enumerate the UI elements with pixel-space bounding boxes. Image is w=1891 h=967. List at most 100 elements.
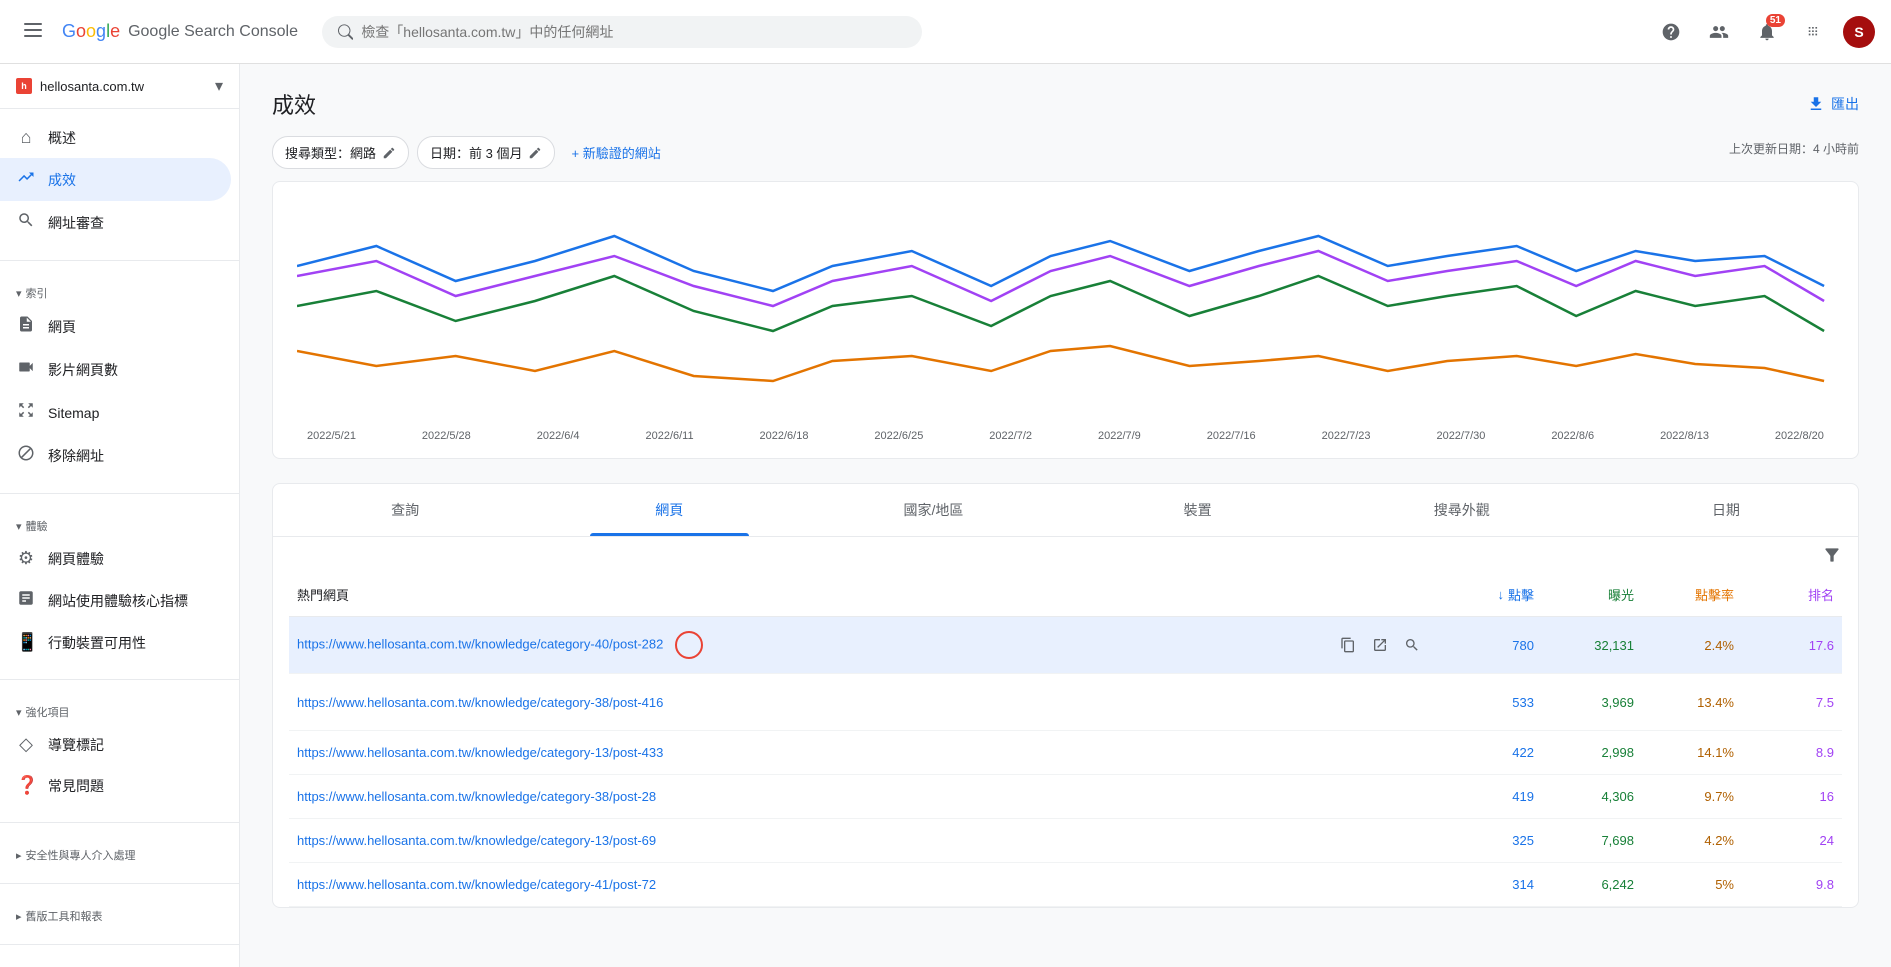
enhance-section-header: ▾ 強化項目 [0,696,239,724]
tabs-container: 查詢 網頁 國家/地區 裝置 搜尋外觀 日期 [272,483,1859,908]
row-position-4: 24 [1734,833,1834,848]
row-clicks-5: 314 [1434,877,1534,892]
table-row[interactable]: https://www.hellosanta.com.tw/knowledge/… [289,731,1842,775]
chart [297,206,1834,426]
row-url-0: https://www.hellosanta.com.tw/knowledge/… [297,631,1334,659]
nav-item-performance[interactable]: 成效 [0,158,231,201]
row-clicks-1: 533 [1434,695,1534,710]
nav-item-removals[interactable]: 移除網址 [0,434,231,477]
row-impressions-4: 7,698 [1534,833,1634,848]
x-label-11: 2022/8/6 [1551,430,1594,442]
nav-item-audit[interactable]: 網址審查 [0,201,231,244]
filters: 搜尋類型：網路 日期：前 3 個月 + 新驗證的網站 上次更新日期：4 小時前 [272,136,1859,169]
security-section-header: ▸ 安全性與專人介入處理 [0,839,239,867]
row-url-5: https://www.hellosanta.com.tw/knowledge/… [297,877,1426,892]
impressions-header[interactable]: 曝光 [1534,585,1634,604]
nav-item-faq[interactable]: ❓ 常見問題 [0,765,231,806]
accounts-button[interactable] [1699,12,1739,52]
row-url-3: https://www.hellosanta.com.tw/knowledge/… [297,789,1426,804]
ctr-header[interactable]: 點擊率 [1634,585,1734,604]
mobile-icon: 📱 [16,632,36,653]
video-icon [16,358,36,381]
row-clicks-2: 422 [1434,745,1534,760]
help-button[interactable] [1651,12,1691,52]
row-position-0: 17.6 [1734,638,1834,653]
removals-icon [16,444,36,467]
search-bar[interactable] [322,16,922,48]
property-selector[interactable]: h hellosanta.com.tw ▾ [0,64,239,109]
position-header[interactable]: 排名 [1734,585,1834,604]
date-filter[interactable]: 日期：前 3 個月 [417,136,555,169]
tab-search-appearance[interactable]: 搜尋外觀 [1330,484,1594,536]
menu-button[interactable] [16,13,50,50]
nav-item-mobile[interactable]: 📱 行動裝置可用性 [0,622,231,663]
x-label-13: 2022/8/20 [1775,430,1824,442]
add-filter-button[interactable]: + 新驗證的網站 [563,137,668,168]
nav-item-video[interactable]: 影片網頁數 [0,348,231,391]
header-left: Google Google Search Console [16,13,298,50]
row-url-2: https://www.hellosanta.com.tw/knowledge/… [297,745,1426,760]
faq-icon: ❓ [16,775,36,796]
row-position-1: 7.5 [1734,695,1834,710]
row-clicks-0: 780 [1434,638,1534,653]
sidebar: h hellosanta.com.tw ▾ ⌂ 概述 成效 網址審查 ▾ 索引 [0,64,240,967]
tab-country[interactable]: 國家/地區 [801,484,1065,536]
clicks-header[interactable]: ↓ 點擊 [1434,585,1534,604]
apps-button[interactable] [1795,12,1835,52]
table-row[interactable]: https://www.hellosanta.com.tw/knowledge/… [289,863,1842,907]
app-logo: Google Google Search Console [62,21,298,42]
nav-item-breadcrumbs[interactable]: ◇ 導覽標記 [0,724,231,765]
tab-date[interactable]: 日期 [1594,484,1858,536]
export-button[interactable]: 匯出 [1807,94,1859,114]
search-type-filter[interactable]: 搜尋類型：網路 [272,136,409,169]
copy-button[interactable] [1334,631,1362,659]
annotation-circle [675,631,703,659]
table-row[interactable]: https://www.hellosanta.com.tw/knowledge/… [289,674,1842,731]
search-input[interactable] [361,24,906,40]
table-filter-button[interactable] [273,537,1858,573]
x-label-2: 2022/6/4 [537,430,580,442]
chart-x-labels: 2022/5/21 2022/5/28 2022/6/4 2022/6/11 2… [297,430,1834,442]
page-header: 成效 匯出 [272,88,1859,120]
avatar[interactable]: S [1843,16,1875,48]
search-icon [338,24,353,40]
edit-icon [382,146,396,160]
property-favicon: h [16,78,32,94]
notification-button[interactable]: 51 [1747,12,1787,52]
experience-section-header: ▾ 體驗 [0,510,239,538]
row-clicks-3: 419 [1434,789,1534,804]
copy-button[interactable] [1334,688,1362,716]
tab-device[interactable]: 裝置 [1066,484,1330,536]
row-actions-0 [1334,631,1426,659]
nav-item-links[interactable]: 🔗 連結 [0,961,231,967]
table-row[interactable]: https://www.hellosanta.com.tw/knowledge/… [289,617,1842,674]
pages-icon [16,315,36,338]
x-label-8: 2022/7/16 [1207,430,1256,442]
chevron-section-icon: ▾ [16,287,22,300]
tab-query[interactable]: 查詢 [273,484,537,536]
row-position-2: 8.9 [1734,745,1834,760]
row-url-1: https://www.hellosanta.com.tw/knowledge/… [297,695,1334,710]
nav-item-sitemap[interactable]: Sitemap [0,391,231,434]
nav-item-pages[interactable]: 網頁 [0,305,231,348]
nav-item-page-experience[interactable]: ⚙ 網頁體驗 [0,538,231,579]
table-row[interactable]: https://www.hellosanta.com.tw/knowledge/… [289,819,1842,863]
nav-item-core-web-vitals[interactable]: 網站使用體驗核心指標 [0,579,231,622]
x-label-9: 2022/7/23 [1322,430,1371,442]
table-row[interactable]: https://www.hellosanta.com.tw/knowledge/… [289,775,1842,819]
legacy-section: ▸ 舊版工具和報表 [0,892,239,936]
property-name: hellosanta.com.tw [40,79,207,94]
chart-container: 2022/5/21 2022/5/28 2022/6/4 2022/6/11 2… [272,181,1859,459]
nav-item-overview[interactable]: ⌂ 概述 [0,117,231,158]
open-button[interactable] [1366,631,1394,659]
row-impressions-1: 3,969 [1534,695,1634,710]
notification-badge: 51 [1766,14,1785,27]
bottom-nav: 🔗 連結 ⚙ 設定 [0,953,239,967]
x-label-6: 2022/7/2 [989,430,1032,442]
inspect-button[interactable] [1398,631,1426,659]
chart-icon [16,589,36,612]
x-label-10: 2022/7/30 [1436,430,1485,442]
open-button[interactable] [1366,688,1394,716]
tab-page[interactable]: 網頁 [537,484,801,536]
inspect-button[interactable] [1398,688,1426,716]
